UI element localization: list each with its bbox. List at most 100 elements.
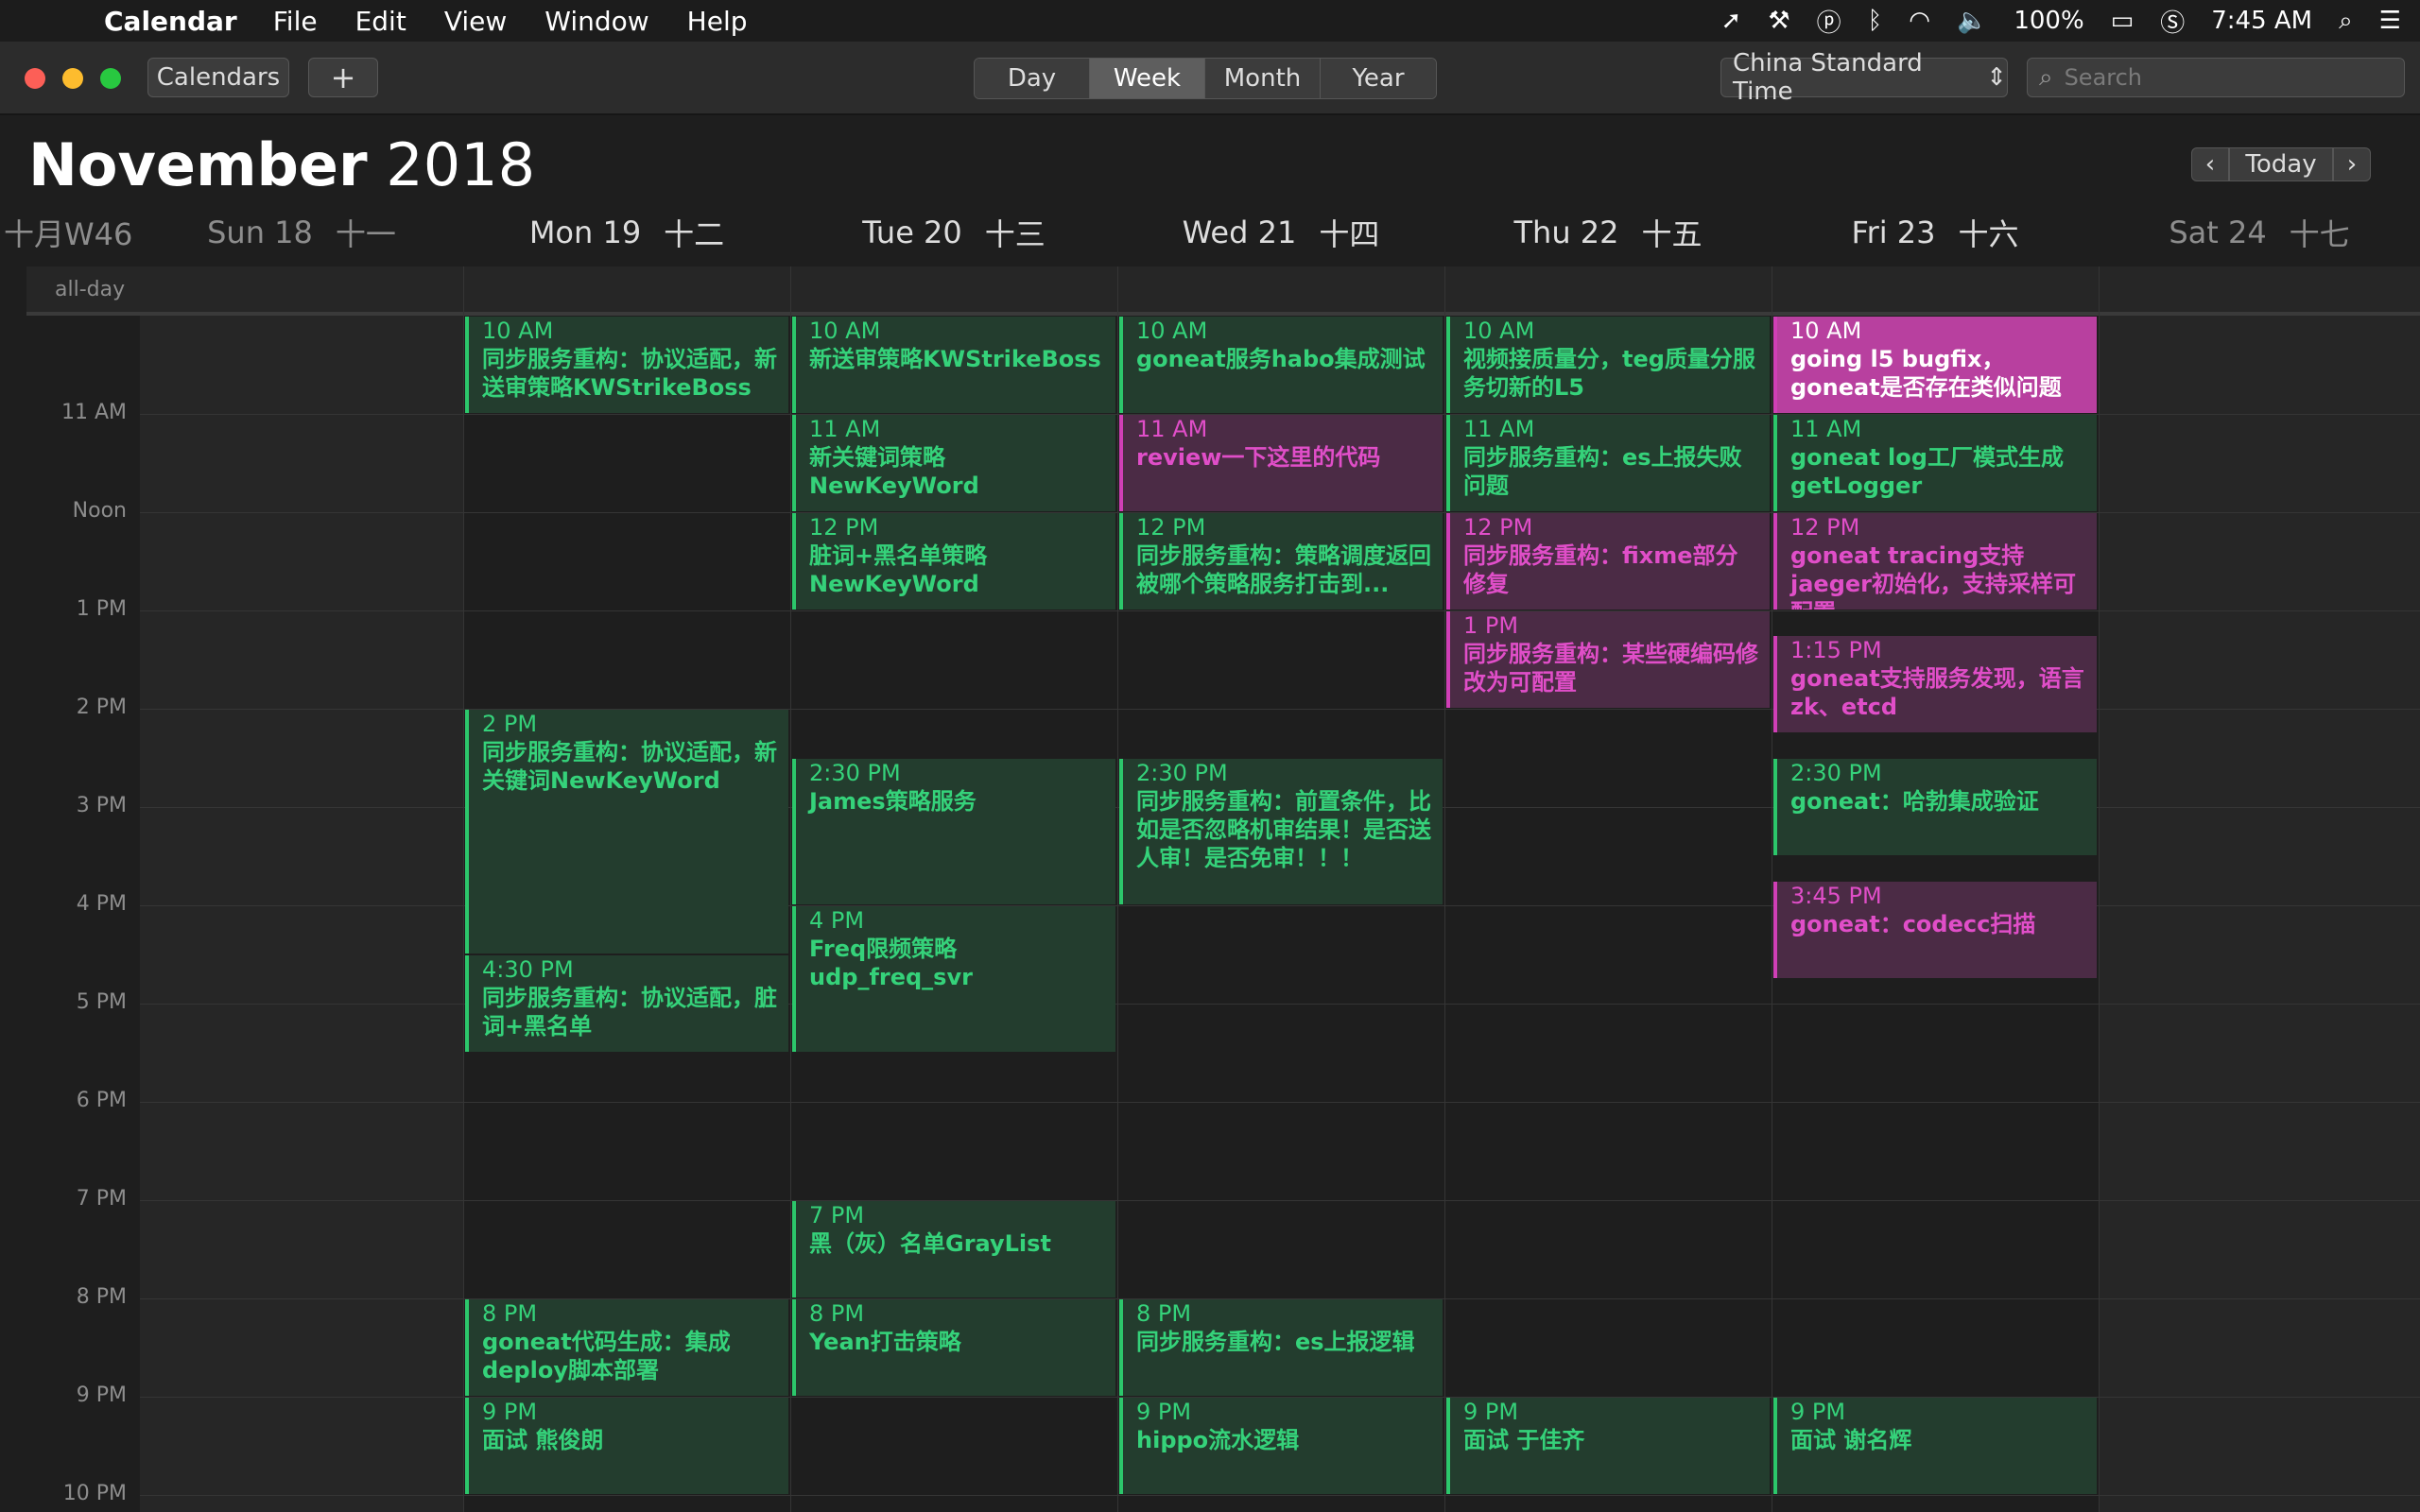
day-header-lunar: 十五 bbox=[1641, 216, 1703, 252]
day-header-1[interactable]: Mon 19 十二 bbox=[463, 210, 790, 255]
send-icon[interactable]: ➚ bbox=[1721, 7, 1742, 35]
hour-line bbox=[140, 1200, 2420, 1201]
previous-week-button[interactable]: ‹ bbox=[2191, 147, 2229, 181]
calendar-event[interactable]: 12 PM 同步服务重构：fixme部分修复 bbox=[1446, 513, 1770, 610]
calendar-event[interactable]: 10 AM 新送审策略KWStrikeBoss bbox=[792, 317, 1115, 413]
calendar-event[interactable]: 1 PM 同步服务重构：某些硬编码修改为可配置 bbox=[1446, 611, 1770, 708]
day-header-4[interactable]: Thu 22 十五 bbox=[1444, 210, 1772, 255]
calendar-event[interactable]: 11 AM 同步服务重构：es上报失败问题 bbox=[1446, 415, 1770, 511]
week-grid[interactable]: 11 AM Noon 1 PM 2 PM 3 PM 4 PM 5 PM 6 PM 7 PM 8 P… bbox=[0, 266, 2420, 1512]
day-divider bbox=[1444, 316, 1445, 1512]
view-tab-month[interactable]: Month bbox=[1205, 59, 1321, 98]
calendars-button[interactable]: Calendars bbox=[147, 58, 289, 97]
close-window-button[interactable] bbox=[25, 68, 45, 89]
calendar-event[interactable]: 10 AM 视频接质量分，teg质量分服务切新的L5 bbox=[1446, 317, 1770, 413]
event-time: 1:15 PM bbox=[1790, 637, 1882, 663]
view-tab-year[interactable]: Year bbox=[1321, 59, 1436, 98]
today-button[interactable]: Today bbox=[2229, 147, 2333, 181]
day-header-lunar: 十二 bbox=[664, 216, 725, 252]
p-badge-icon[interactable]: ⓟ bbox=[1817, 4, 1841, 39]
day-header-date: Wed 21 bbox=[1182, 215, 1297, 250]
volume-icon[interactable]: 🔈 bbox=[1957, 7, 1987, 35]
calendar-event[interactable]: 11 AM goneat log工厂模式生成getLogger bbox=[1773, 415, 2097, 511]
day-header-2[interactable]: Tue 20 十三 bbox=[790, 210, 1117, 255]
calendar-event[interactable]: 8 PM Yean打击策略 bbox=[792, 1299, 1115, 1396]
event-title: 面试 熊俊朗 bbox=[482, 1427, 604, 1453]
calendar-event[interactable]: 2:30 PM 同步服务重构：前置条件，比如是否忽略机审结果！是否送人审！是否免审… bbox=[1119, 759, 1443, 904]
calendar-event[interactable]: 10 AM going l5 bugfix，goneat是否存在类似问题 bbox=[1773, 317, 2097, 413]
event-title: goneat：codecc扫描 bbox=[1790, 911, 2036, 937]
hour-label: 10 PM bbox=[62, 1482, 127, 1505]
day-header-3[interactable]: Wed 21 十四 bbox=[1117, 210, 1444, 255]
clock[interactable]: 7:45 AM bbox=[2211, 7, 2312, 35]
view-tab-day[interactable]: Day bbox=[975, 59, 1090, 98]
day-header-5[interactable]: Fri 23 十六 bbox=[1772, 210, 2099, 255]
event-time: 3:45 PM bbox=[1790, 883, 1882, 909]
event-title: 同步服务重构：协议适配，新关键词NewKeyWord bbox=[482, 739, 777, 794]
calendar-event[interactable]: 9 PM 面试 熊俊朗 bbox=[465, 1398, 788, 1494]
calendar-event[interactable]: 2:30 PM James策略服务 bbox=[792, 759, 1115, 904]
calendar-event[interactable]: 12 PM 同步服务重构：策略调度返回被哪个策略服务打击到... bbox=[1119, 513, 1443, 610]
calendar-event[interactable]: 1:15 PM goneat支持服务发现，语言zk、etcd bbox=[1773, 636, 2097, 732]
wifi-icon[interactable]: ◠ bbox=[1909, 7, 1930, 35]
chevron-left-icon: ‹ bbox=[2204, 150, 2216, 179]
calendar-event[interactable]: 4 PM Freq限频策略udp_freq_svr bbox=[792, 906, 1115, 1052]
search-icon: ⌕ bbox=[2039, 62, 2053, 92]
calendar-event[interactable]: 2 PM 同步服务重构：协议适配，新关键词NewKeyWord bbox=[465, 710, 788, 954]
add-event-button[interactable]: + bbox=[308, 58, 378, 97]
year: 2018 bbox=[386, 130, 536, 199]
calendar-event[interactable]: 12 PMgoneat tracing支持jaeger初始化，支持采样可配置 bbox=[1773, 513, 2097, 610]
battery-icon[interactable]: ▭ bbox=[2111, 7, 2135, 35]
view-tab-week[interactable]: Week bbox=[1090, 59, 1205, 98]
search-input[interactable] bbox=[2062, 63, 2388, 92]
calendar-event[interactable]: 9 PM 面试 谢名辉 bbox=[1773, 1398, 2097, 1494]
search-field[interactable]: ⌕ bbox=[2027, 58, 2405, 97]
spotlight-search-icon[interactable]: ⌕ bbox=[2339, 7, 2353, 36]
week-number: 十月W46 bbox=[4, 216, 133, 252]
day-header-6[interactable]: Sat 24 十七 bbox=[2099, 210, 2420, 255]
menu-help[interactable]: Help bbox=[687, 6, 748, 37]
event-time: 9 PM bbox=[1136, 1399, 1192, 1425]
calendar-event[interactable]: 8 PM 同步服务重构：es上报逻辑 bbox=[1119, 1299, 1443, 1396]
next-week-button[interactable]: › bbox=[2333, 147, 2371, 181]
event-time: 12 PM bbox=[1790, 514, 1860, 541]
calendar-event[interactable]: 8 PM goneat代码生成：集成deploy脚本部署 bbox=[465, 1299, 788, 1396]
event-time: 12 PM bbox=[1136, 514, 1206, 541]
event-title: 黑（灰）名单GrayList bbox=[809, 1230, 1051, 1257]
minimize-window-button[interactable] bbox=[62, 68, 83, 89]
day-divider bbox=[2099, 316, 2100, 1512]
menu-window[interactable]: Window bbox=[544, 6, 648, 37]
calendar-window: Calendars + Day Week Month Year China Stand… bbox=[0, 42, 2420, 1512]
event-time: 2:30 PM bbox=[1136, 760, 1228, 786]
battery-percent[interactable]: 100% bbox=[2014, 7, 2083, 35]
calendar-event[interactable]: 10 AM 同步服务重构：协议适配，新送审策略KWStrikeBoss bbox=[465, 317, 788, 413]
calendar-event[interactable]: 9 PM hippo流水逻辑 bbox=[1119, 1398, 1443, 1494]
event-title: 同步服务重构：es上报失败问题 bbox=[1463, 444, 1742, 499]
menu-edit[interactable]: Edit bbox=[355, 6, 406, 37]
day-header-0[interactable]: Sun 18 十一 bbox=[140, 210, 463, 255]
calendar-event[interactable]: 11 AM 新关键词策略NewKeyWord bbox=[792, 415, 1115, 511]
hour-label: 7 PM bbox=[76, 1187, 127, 1211]
calendar-event[interactable]: 11 AM review一下这里的代码 bbox=[1119, 415, 1443, 511]
menu-extras: ➚ ⚒ ⓟ ᛒ ◠ 🔈 100% ▭ Ⓢ 7:45 AM ⌕ ☰ bbox=[1695, 0, 2401, 42]
day-header-lunar: 十三 bbox=[984, 216, 1046, 252]
menu-view[interactable]: View bbox=[444, 6, 507, 37]
hammer-icon[interactable]: ⚒ bbox=[1768, 7, 1789, 35]
menu-app-name[interactable]: Calendar bbox=[104, 6, 237, 37]
calendar-event[interactable]: 4:30 PM 同步服务重构：协议适配，脏词+黑名单 bbox=[465, 955, 788, 1052]
notification-center-icon[interactable]: ☰ bbox=[2379, 7, 2401, 35]
calendar-event[interactable]: 12 PM 脏词+黑名单策略NewKeyWord bbox=[792, 513, 1115, 610]
calendar-event[interactable]: 9 PM 面试 于佳齐 bbox=[1446, 1398, 1770, 1494]
all-day-row[interactable] bbox=[26, 266, 2420, 316]
bluetooth-icon[interactable]: ᛒ bbox=[1868, 7, 1883, 35]
calendar-event[interactable]: 7 PM 黑（灰）名单GrayList bbox=[792, 1201, 1115, 1297]
event-time: 9 PM bbox=[482, 1399, 538, 1425]
calendar-event[interactable]: 10 AM goneat服务habo集成测试 bbox=[1119, 317, 1443, 413]
timezone-select[interactable]: China Standard Time ⇕ bbox=[1720, 49, 2008, 106]
zoom-window-button[interactable] bbox=[100, 68, 121, 89]
menu-file[interactable]: File bbox=[273, 6, 318, 37]
event-title: Freq限频策略udp_freq_svr bbox=[809, 936, 973, 990]
s-app-icon[interactable]: Ⓢ bbox=[2160, 4, 2185, 39]
calendar-event[interactable]: 3:45 PM goneat：codecc扫描 bbox=[1773, 882, 2097, 978]
calendar-event[interactable]: 2:30 PM goneat：哈勃集成验证 bbox=[1773, 759, 2097, 855]
